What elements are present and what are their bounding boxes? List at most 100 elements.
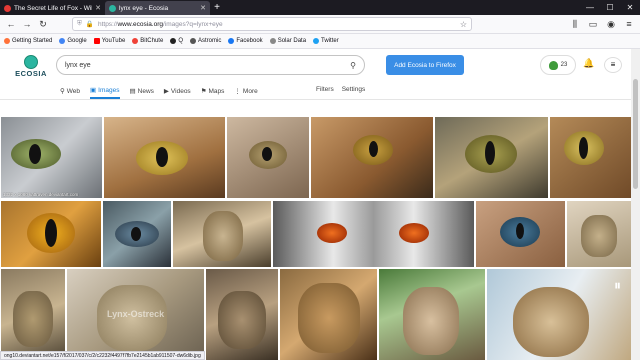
video-icon: ▶ bbox=[163, 88, 169, 95]
tab-web[interactable]: ⚲ Web bbox=[60, 86, 80, 99]
page-scrollbar[interactable] bbox=[631, 49, 640, 360]
tab-label: News bbox=[137, 87, 154, 95]
url-bar[interactable]: ⛨ 🔒 https://www.ecosia.org/images?q=lynx… bbox=[72, 17, 472, 31]
browser-tab-fox[interactable]: The Secret Life of Fox - Wildlife… ✕ bbox=[0, 1, 105, 15]
hamburger-menu-icon[interactable]: ≡ bbox=[604, 57, 622, 73]
new-tab-button[interactable]: + bbox=[210, 1, 224, 15]
image-caption: 1332 x 1080 kattraven.deviantart.com bbox=[3, 192, 79, 197]
browser-tab-bar: The Secret Life of Fox - Wildlife… ✕ lyn… bbox=[0, 0, 640, 15]
image-result[interactable] bbox=[567, 201, 631, 267]
ecosia-logo[interactable]: ECOSIA bbox=[14, 55, 48, 81]
search-icon[interactable]: ⚲ bbox=[350, 61, 356, 70]
tab-images[interactable]: ▣ Images bbox=[90, 86, 120, 99]
eye-shape bbox=[403, 287, 459, 355]
browser-tab-ecosia[interactable]: lynx eye - Ecosia ✕ bbox=[105, 1, 210, 15]
reload-icon[interactable]: ↻ bbox=[36, 17, 50, 31]
image-result[interactable] bbox=[435, 117, 548, 198]
image-result[interactable]: ⏸ bbox=[487, 269, 631, 360]
pupil-shape bbox=[131, 227, 141, 241]
bookmark-astromic[interactable]: Astromic bbox=[189, 38, 222, 44]
eye-shape bbox=[218, 291, 266, 349]
bookmark-getting-started[interactable]: Getting Started bbox=[4, 38, 52, 44]
globe-icon bbox=[269, 38, 276, 44]
forward-icon[interactable]: → bbox=[20, 17, 34, 31]
close-tab-icon[interactable]: ✕ bbox=[200, 4, 206, 12]
close-window-icon[interactable]: ✕ bbox=[620, 0, 640, 15]
image-result[interactable] bbox=[1, 269, 65, 360]
tab-maps[interactable]: ⚑ Maps bbox=[201, 86, 225, 99]
bookmark-label: Q bbox=[178, 38, 183, 44]
pupil-shape bbox=[485, 141, 495, 165]
search-icon: ⚲ bbox=[60, 88, 65, 95]
library-icon[interactable]: ⫼ bbox=[568, 17, 582, 31]
eye-shape bbox=[581, 215, 617, 257]
bookmark-q[interactable]: Q bbox=[170, 38, 183, 44]
scrollbar-thumb[interactable] bbox=[633, 79, 638, 189]
bookmark-youtube[interactable]: YouTube bbox=[93, 38, 125, 44]
more-icon: ⋮ bbox=[234, 88, 241, 95]
map-pin-icon: ⚑ bbox=[200, 88, 207, 95]
tab-label: Images bbox=[98, 86, 120, 94]
browser-navbar: ← → ↻ ⛨ 🔒 https://www.ecosia.org/images?… bbox=[0, 15, 640, 34]
bookmark-twitter[interactable]: Twitter bbox=[313, 38, 339, 44]
filters-button[interactable]: Filters bbox=[316, 86, 334, 93]
eye-shape bbox=[13, 291, 53, 347]
bookmark-solar-data[interactable]: Solar Data bbox=[269, 38, 306, 44]
search-tabs: ⚲ Web ▣ Images ▤ News ▶ Videos ⚑ Maps ⋮ More bbox=[60, 86, 258, 99]
bookmark-label: Astromic bbox=[197, 38, 222, 44]
notifications-bell-icon[interactable]: 🔔 bbox=[582, 58, 596, 72]
image-watermark: Lynx-Ostreck bbox=[107, 309, 165, 319]
close-tab-icon[interactable]: ✕ bbox=[95, 4, 101, 12]
tab-title: lynx eye - Ecosia bbox=[119, 4, 169, 12]
pupil-shape bbox=[369, 141, 378, 157]
image-result[interactable] bbox=[273, 201, 474, 267]
shield-icon: ⛨ bbox=[77, 20, 82, 27]
bookmark-google[interactable]: Google bbox=[59, 38, 87, 44]
account-icon[interactable]: ◉ bbox=[604, 17, 618, 31]
bookmark-facebook[interactable]: Facebook bbox=[228, 38, 263, 44]
image-result[interactable] bbox=[280, 269, 377, 360]
bookmark-bitchute[interactable]: BitChute bbox=[132, 38, 163, 44]
image-result[interactable] bbox=[227, 117, 309, 198]
back-icon[interactable]: ← bbox=[4, 17, 18, 31]
settings-button[interactable]: Settings bbox=[342, 86, 366, 93]
tree-counter[interactable]: 23 bbox=[540, 55, 576, 75]
tab-label: Web bbox=[66, 87, 81, 95]
sidebar-icon[interactable]: ▭ bbox=[586, 17, 600, 31]
image-result[interactable]: Lynx-Ostreck bbox=[67, 269, 204, 360]
tab-videos[interactable]: ▶ Videos bbox=[164, 86, 191, 99]
pupil-shape bbox=[156, 147, 168, 167]
image-result[interactable] bbox=[550, 117, 631, 198]
image-result[interactable] bbox=[1, 201, 101, 267]
image-result[interactable] bbox=[311, 117, 433, 198]
app-menu-icon[interactable]: ≡ bbox=[622, 17, 636, 31]
pause-icon[interactable]: ⏸ bbox=[614, 277, 621, 294]
pupil-shape bbox=[579, 137, 588, 159]
image-result[interactable] bbox=[104, 117, 225, 198]
ecosia-globe-icon bbox=[24, 55, 38, 69]
url-prefix: https:// bbox=[97, 20, 118, 28]
eye-shape bbox=[399, 223, 429, 243]
image-result[interactable] bbox=[103, 201, 171, 267]
image-result[interactable] bbox=[206, 269, 278, 360]
pupil-shape bbox=[516, 223, 524, 239]
url-path: /images?q=lynx+eye bbox=[163, 20, 223, 28]
tab-news[interactable]: ▤ News bbox=[130, 86, 154, 99]
image-result[interactable] bbox=[173, 201, 271, 267]
image-result[interactable]: 1332 x 1080 kattraven.deviantart.com bbox=[1, 117, 102, 198]
bookmarks-toolbar: Getting Started Google YouTube BitChute … bbox=[0, 34, 640, 49]
bookmark-label: Twitter bbox=[321, 38, 339, 44]
bookmark-star-icon[interactable]: ☆ bbox=[460, 20, 467, 29]
minimize-icon[interactable]: — bbox=[580, 0, 600, 15]
search-input[interactable]: lynx eye ⚲ bbox=[56, 55, 365, 75]
bookmark-label: Google bbox=[67, 38, 87, 44]
tab-title: The Secret Life of Fox - Wildlife… bbox=[14, 4, 92, 12]
add-to-firefox-button[interactable]: Add Ecosia to Firefox bbox=[386, 55, 464, 75]
maximize-icon[interactable]: ☐ bbox=[600, 0, 620, 15]
tab-more[interactable]: ⋮ More bbox=[234, 86, 257, 99]
lock-icon: 🔒 bbox=[85, 21, 94, 28]
image-result[interactable] bbox=[476, 201, 565, 267]
image-result[interactable] bbox=[379, 269, 485, 360]
google-icon bbox=[59, 38, 66, 44]
eye-shape bbox=[317, 223, 347, 243]
